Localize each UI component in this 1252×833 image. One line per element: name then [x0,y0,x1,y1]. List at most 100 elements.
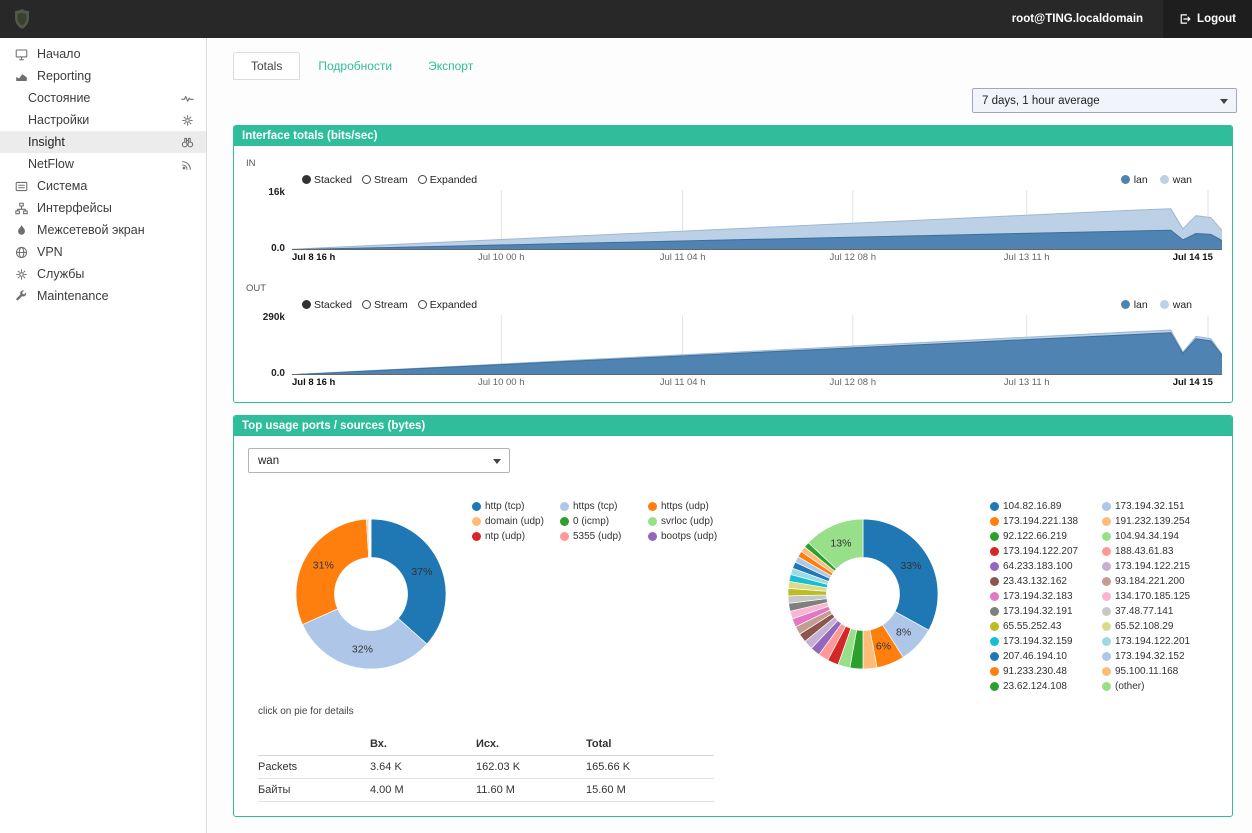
source-legend-label: 91.233.230.48 [1003,666,1067,677]
mode-radio-stream[interactable]: Stream [362,174,408,186]
direction-label: IN [246,158,1222,169]
sidebar-item-home[interactable]: Начало [0,43,206,65]
source-legend-item[interactable]: 23.62.124.108 [990,679,1098,694]
sources-donut-chart[interactable]: 33%8%6%13% [778,509,948,679]
mode-radio-stacked[interactable]: Stacked [302,174,352,186]
sidebar-item-maintenance[interactable]: Maintenance [0,285,206,307]
source-legend-item[interactable]: 173.194.32.183 [990,589,1098,604]
source-legend-item[interactable]: 104.94.34.194 [1102,529,1210,544]
source-legend-item[interactable]: 207.46.194.10 [990,649,1098,664]
traffic-chart-in: INStackedStreamExpandedlanwan16k0.0Jul 8… [244,158,1222,265]
pie-slice[interactable] [371,519,446,644]
ports-donut-chart[interactable]: 37%32%31% [286,509,456,679]
source-legend-item[interactable]: 65.52.108.29 [1102,619,1210,634]
port-legend-item[interactable]: https (tcp) [560,499,644,514]
source-legend-item[interactable]: 173.194.32.191 [990,604,1098,619]
series-legend-wan[interactable]: wan [1160,299,1192,311]
time-range-select[interactable]: 7 days, 1 hour average [972,88,1237,113]
port-legend-item[interactable]: bootps (udp) [648,529,732,544]
mode-radio-expanded[interactable]: Expanded [418,299,477,311]
source-legend-item[interactable]: 92.122.66.219 [990,529,1098,544]
series-legend-lan[interactable]: lan [1121,299,1148,311]
logout-button[interactable]: Logout [1163,0,1252,38]
source-legend-item[interactable]: 104.82.16.89 [990,499,1098,514]
ports-pie-group: 37%32%31% http (tcp) https (tcp) https (ud… [286,495,732,679]
port-legend-label: bootps (udp) [661,531,717,542]
sidebar-item-label: Система [37,179,87,193]
sidebar-item-vpn[interactable]: VPN [0,241,206,263]
source-legend-label: 173.194.122.215 [1115,561,1190,572]
legend-dot [472,532,481,541]
source-legend-item[interactable]: 173.194.32.152 [1102,649,1210,664]
source-legend-label: 173.194.32.183 [1003,591,1073,602]
series-legend-lan[interactable]: lan [1121,174,1148,186]
sidebar-item-settings[interactable]: Настройки [0,109,206,131]
source-legend-item[interactable]: 173.194.221.138 [990,514,1098,529]
source-legend-label: 92.122.66.219 [1003,531,1067,542]
table-cell: 15.60 M [586,779,714,802]
pie-slice[interactable] [863,519,938,630]
sidebar-item-interfaces[interactable]: Интерфейсы [0,197,206,219]
mode-radio-stream[interactable]: Stream [362,299,408,311]
legend-dot [1102,622,1111,631]
sidebar-item-services[interactable]: Службы [0,263,206,285]
port-legend-item[interactable]: svrloc (udp) [648,514,732,529]
x-axis-label: Jul 10 00 h [478,377,524,388]
source-legend-item[interactable]: 23.43.132.162 [990,574,1098,589]
port-legend-item[interactable]: domain (udp) [472,514,556,529]
port-legend-item[interactable]: ntp (udp) [472,529,556,544]
legend-dot [1102,637,1111,646]
source-legend-item[interactable]: 95.100.11.168 [1102,664,1210,679]
sidebar-item-insight[interactable]: Insight [0,131,206,153]
mode-radio-stacked[interactable]: Stacked [302,299,352,311]
source-legend-item[interactable]: 173.194.32.151 [1102,499,1210,514]
source-legend-item[interactable]: 134.170.185.125 [1102,589,1210,604]
sidebar-item-netflow[interactable]: NetFlow [0,153,206,175]
pie-percent-label: 8% [896,627,911,639]
sidebar-item-label: VPN [37,245,63,259]
source-legend-item[interactable]: 64.233.183.100 [990,559,1098,574]
sidebar-item-system[interactable]: Система [0,175,206,197]
port-legend-item[interactable]: https (udp) [648,499,732,514]
source-legend-item[interactable]: 173.194.32.159 [990,634,1098,649]
tab-export[interactable]: Экспорт [410,52,491,80]
source-legend-item[interactable]: 191.232.139.254 [1102,514,1210,529]
mode-radio-expanded[interactable]: Expanded [418,174,477,186]
tab-details[interactable]: Подробности [300,52,410,80]
source-legend-item[interactable]: 91.233.230.48 [990,664,1098,679]
row-label: Packets [258,756,370,779]
interface-select[interactable]: wan [248,448,510,473]
table-cell: 3.64 K [370,756,476,779]
pie-percent-label: 31% [313,560,334,572]
source-legend-item[interactable]: 173.194.122.207 [990,544,1098,559]
sidebar-item-reporting[interactable]: Reporting [0,65,206,87]
port-legend-item[interactable]: 5355 (udp) [560,529,644,544]
source-legend-item[interactable]: 65.55.252.43 [990,619,1098,634]
source-legend-label: 173.194.32.191 [1003,606,1073,617]
logged-in-user: root@TING.localdomain [1012,13,1143,25]
chevron-down-icon [493,459,501,464]
source-legend-label: 64.233.183.100 [1003,561,1073,572]
source-legend-item[interactable]: 173.194.122.201 [1102,634,1210,649]
source-legend-item[interactable]: 173.194.122.215 [1102,559,1210,574]
source-legend-item[interactable]: (other) [1102,679,1210,694]
source-legend-item[interactable]: 93.184.221.200 [1102,574,1210,589]
source-legend-item[interactable]: 188.43.61.83 [1102,544,1210,559]
port-legend-item[interactable]: 0 (icmp) [560,514,644,529]
sidebar-item-firewall[interactable]: Межсетевой экран [0,219,206,241]
pie-slice[interactable] [296,519,369,624]
sidebar-item-health[interactable]: Состояние [0,87,206,109]
series-legend-wan[interactable]: wan [1160,174,1192,186]
port-legend-item[interactable]: http (tcp) [472,499,556,514]
y-min-label: 0.0 [271,243,285,254]
area-chart-in [292,190,1222,250]
source-legend-label: 173.194.122.207 [1003,546,1078,557]
heartbeat-icon [181,92,194,105]
source-legend-item[interactable]: 37.48.77.141 [1102,604,1210,619]
radio-circle [302,175,311,184]
x-axis-label: Jul 10 00 h [478,252,524,263]
sidebar-item-label: NetFlow [28,157,74,171]
gear-icon [13,268,30,281]
tab-totals[interactable]: Totals [233,52,300,80]
opnsense-logo[interactable] [10,7,34,31]
